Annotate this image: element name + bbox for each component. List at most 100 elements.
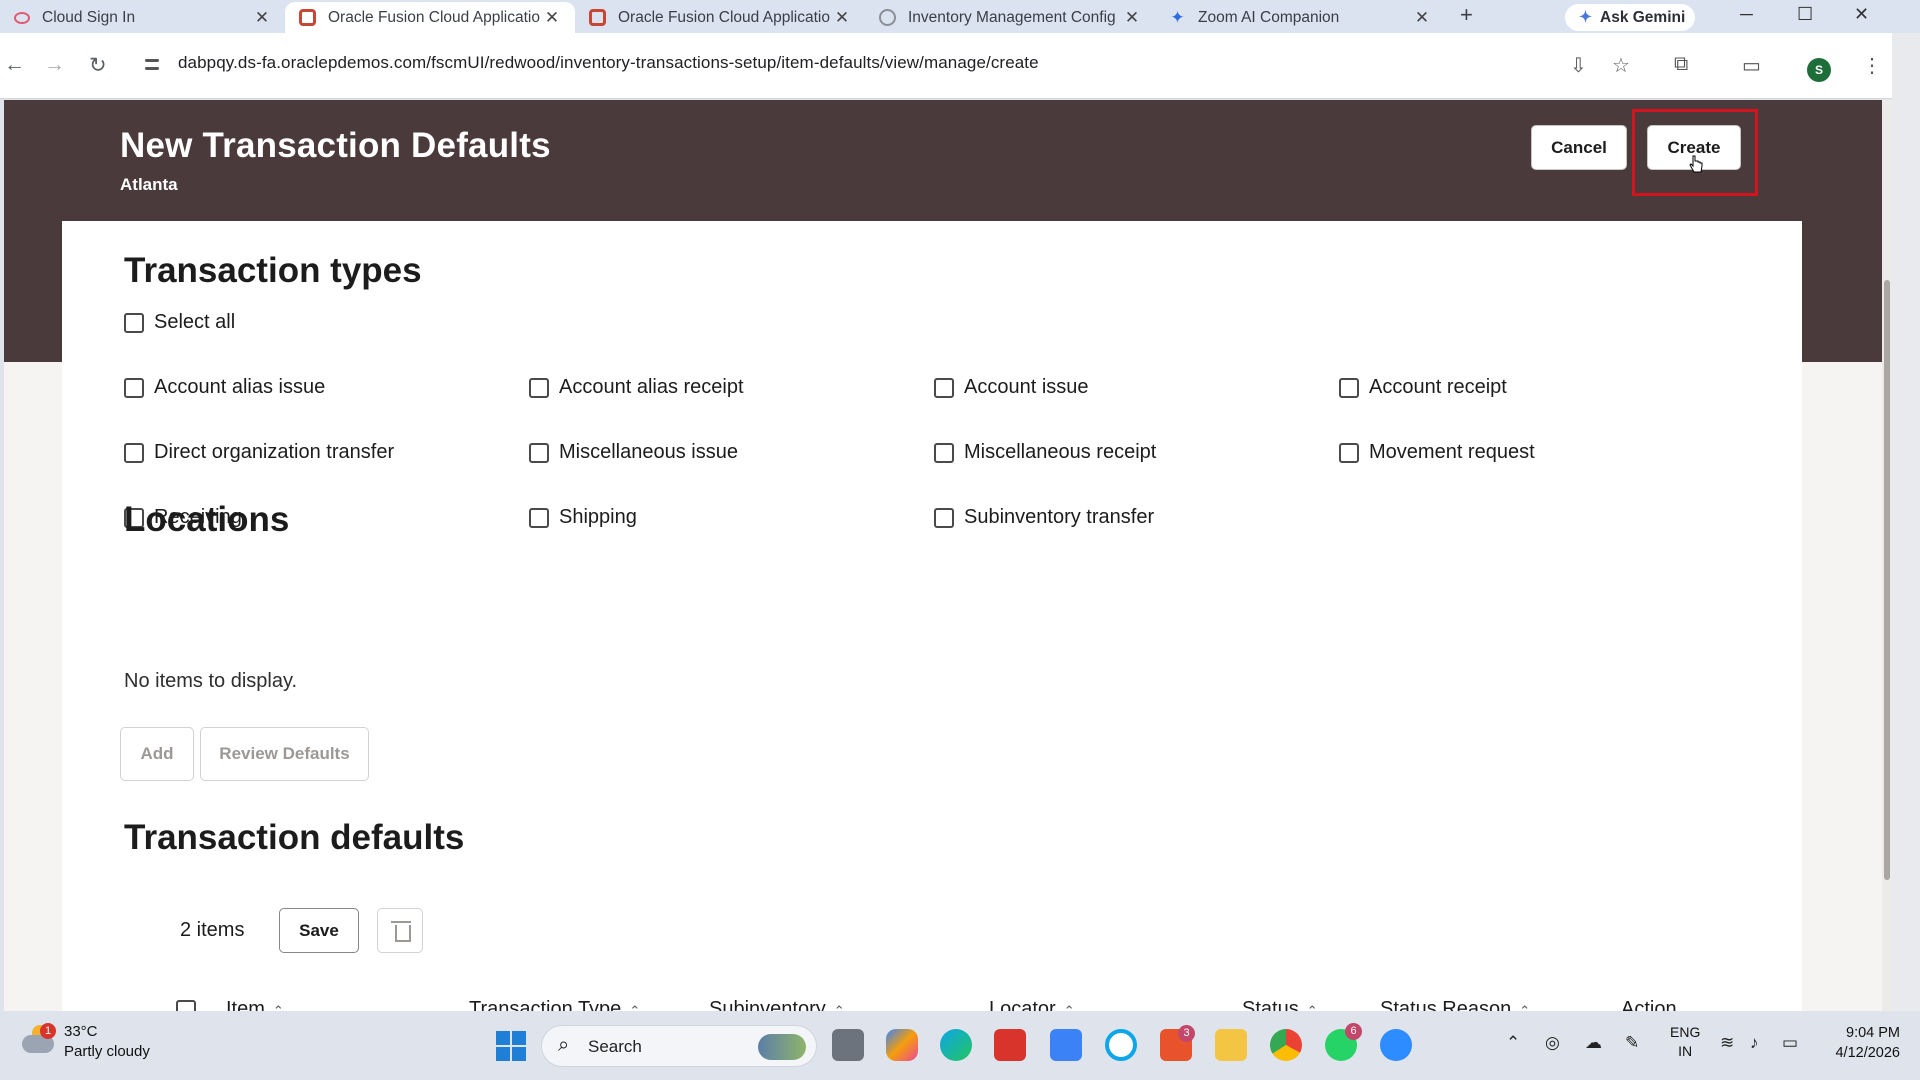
select-all-rows-checkbox[interactable] xyxy=(176,1000,196,1011)
windows-start-icon[interactable] xyxy=(496,1031,526,1061)
review-defaults-button[interactable]: Review Defaults xyxy=(200,727,369,781)
checkbox-label: Account alias receipt xyxy=(559,376,744,398)
checkbox[interactable] xyxy=(529,377,549,398)
tab-inventory-config[interactable]: Inventory Management Config ✕ xyxy=(865,2,1155,33)
trash-icon xyxy=(391,921,411,942)
delete-button[interactable] xyxy=(377,908,423,953)
checkbox[interactable] xyxy=(529,507,549,528)
close-icon[interactable]: ✕ xyxy=(253,8,271,28)
save-button[interactable]: Save xyxy=(279,908,359,953)
close-icon[interactable]: ✕ xyxy=(833,8,851,28)
checkbox[interactable] xyxy=(934,377,954,398)
column-header-subinventory[interactable]: Subinventory ⌃ xyxy=(709,998,845,1011)
volume-icon[interactable]: ♪ xyxy=(1750,1033,1759,1053)
partly-cloudy-icon: 1 xyxy=(22,1023,56,1053)
checkbox-shipping[interactable]: Shipping xyxy=(529,506,637,529)
tab-oracle-fusion[interactable]: Oracle Fusion Cloud Applicatio ✕ xyxy=(575,2,865,33)
checkbox-misc-issue[interactable]: Miscellaneous issue xyxy=(529,441,738,464)
select-all-checkbox[interactable]: Select all xyxy=(124,311,235,334)
close-icon[interactable]: ✕ xyxy=(543,8,561,28)
checkbox-movement-request[interactable]: Movement request xyxy=(1339,441,1535,464)
globe-icon xyxy=(879,9,896,26)
task-view-icon[interactable] xyxy=(832,1029,864,1061)
page-scrollbar[interactable] xyxy=(1882,100,1892,1011)
page-subtitle: Atlanta xyxy=(120,175,178,194)
page-viewport: New Transaction Defaults Atlanta Cancel … xyxy=(4,100,1882,1011)
column-header-locator[interactable]: Locator ⌃ xyxy=(989,998,1075,1011)
oracle-icon xyxy=(589,9,606,26)
checkbox-label: Account receipt xyxy=(1369,376,1507,398)
forward-icon[interactable]: → xyxy=(44,53,65,77)
zoom-icon[interactable] xyxy=(1380,1029,1412,1061)
column-header-transaction-type[interactable]: Transaction Type ⌃ xyxy=(469,998,640,1011)
column-label: Item xyxy=(226,998,265,1011)
cancel-button[interactable]: Cancel xyxy=(1531,125,1627,170)
checkbox[interactable] xyxy=(934,507,954,528)
menu-dots-icon[interactable]: ⋮ xyxy=(1862,53,1882,78)
bookmark-star-icon[interactable]: ☆ xyxy=(1612,53,1630,78)
search-icon: ⌕ xyxy=(558,1034,570,1056)
checkbox[interactable] xyxy=(1339,377,1359,398)
checkbox-direct-org-transfer[interactable]: Direct organization transfer xyxy=(124,441,394,464)
column-header-item[interactable]: Item ⌃ xyxy=(226,998,284,1011)
maximize-icon[interactable]: ☐ xyxy=(1797,4,1813,25)
checkbox-account-alias-receipt[interactable]: Account alias receipt xyxy=(529,376,744,399)
cortana-icon[interactable] xyxy=(1105,1029,1137,1061)
checkbox[interactable] xyxy=(124,377,144,398)
ask-gemini-button[interactable]: ✦ Ask Gemini xyxy=(1565,4,1695,31)
extensions-icon[interactable]: ⧉ xyxy=(1674,53,1688,76)
add-button[interactable]: Add xyxy=(120,727,194,781)
chrome-icon[interactable] xyxy=(1270,1029,1302,1061)
mcafee-icon[interactable] xyxy=(994,1029,1026,1061)
clock[interactable]: 9:04 PM 4/12/2026 xyxy=(1820,1023,1900,1063)
scrollbar-thumb[interactable] xyxy=(1884,280,1890,880)
language-indicator[interactable]: ENG IN xyxy=(1670,1023,1700,1061)
checkbox-label: Miscellaneous receipt xyxy=(964,441,1157,463)
checkbox[interactable] xyxy=(1339,442,1359,463)
column-label: Subinventory xyxy=(709,998,826,1011)
checkbox-account-receipt[interactable]: Account receipt xyxy=(1339,376,1507,399)
tab-zoom-ai[interactable]: ✦ Zoom AI Companion ✕ xyxy=(1155,2,1445,33)
sort-icon: ⌃ xyxy=(1063,1003,1075,1011)
reload-icon[interactable]: ↻ xyxy=(89,53,107,78)
column-header-status-reason[interactable]: Status Reason ⌃ xyxy=(1380,998,1530,1011)
tab-cloud-sign-in[interactable]: Cloud Sign In ✕ xyxy=(0,2,285,33)
column-label: Transaction Type xyxy=(469,998,622,1011)
tab-oracle-fusion-active[interactable]: Oracle Fusion Cloud Applicatio ✕ xyxy=(285,2,575,33)
battery-icon[interactable]: ▭ xyxy=(1782,1033,1798,1053)
taskbar-search[interactable]: ⌕ Search xyxy=(541,1025,817,1067)
avatar[interactable]: S xyxy=(1807,58,1831,82)
checkbox-account-issue[interactable]: Account issue xyxy=(934,376,1089,399)
empty-message: No items to display. xyxy=(124,670,298,692)
close-icon[interactable]: ✕ xyxy=(1123,8,1141,28)
onedrive-icon[interactable]: ☁ xyxy=(1585,1033,1602,1053)
back-icon[interactable]: ← xyxy=(4,53,25,77)
address-bar[interactable]: dabpqy.ds-fa.oraclepdemos.com/fscmUI/red… xyxy=(178,53,1039,73)
checkbox[interactable] xyxy=(124,312,144,333)
pen-icon[interactable]: ✎ xyxy=(1625,1033,1639,1053)
checkbox[interactable] xyxy=(529,442,549,463)
column-header-status[interactable]: Status ⌃ xyxy=(1242,998,1318,1011)
side-panel-icon[interactable]: ▭ xyxy=(1742,53,1761,78)
checkbox[interactable] xyxy=(934,442,954,463)
window-close-icon[interactable]: ✕ xyxy=(1854,4,1869,25)
wifi-icon[interactable]: ≋ xyxy=(1720,1033,1734,1053)
gemini-label: Ask Gemini xyxy=(1600,8,1686,26)
microsoft-store-icon[interactable] xyxy=(1050,1029,1082,1061)
checkbox-subinventory-transfer[interactable]: Subinventory transfer xyxy=(934,506,1154,529)
close-icon[interactable]: ✕ xyxy=(1413,8,1431,28)
install-app-icon[interactable]: ⇩ xyxy=(1570,53,1587,78)
site-info-icon[interactable] xyxy=(143,55,163,75)
checkbox[interactable] xyxy=(124,442,144,463)
tray-chevron-icon[interactable]: ⌃ xyxy=(1506,1033,1520,1053)
copilot-icon[interactable] xyxy=(886,1029,918,1061)
tray-app-icon[interactable]: ◎ xyxy=(1545,1033,1560,1053)
checkbox-account-alias-issue[interactable]: Account alias issue xyxy=(124,376,325,399)
file-explorer-icon[interactable] xyxy=(1215,1029,1247,1061)
checkbox-misc-receipt[interactable]: Miscellaneous receipt xyxy=(934,441,1156,464)
new-tab-button[interactable]: + xyxy=(1460,2,1473,28)
checkbox-label: Subinventory transfer xyxy=(964,506,1155,528)
checkbox-label: Account alias issue xyxy=(154,376,326,398)
minimize-icon[interactable]: ─ xyxy=(1740,4,1753,25)
edge-browser-icon[interactable] xyxy=(940,1029,972,1061)
